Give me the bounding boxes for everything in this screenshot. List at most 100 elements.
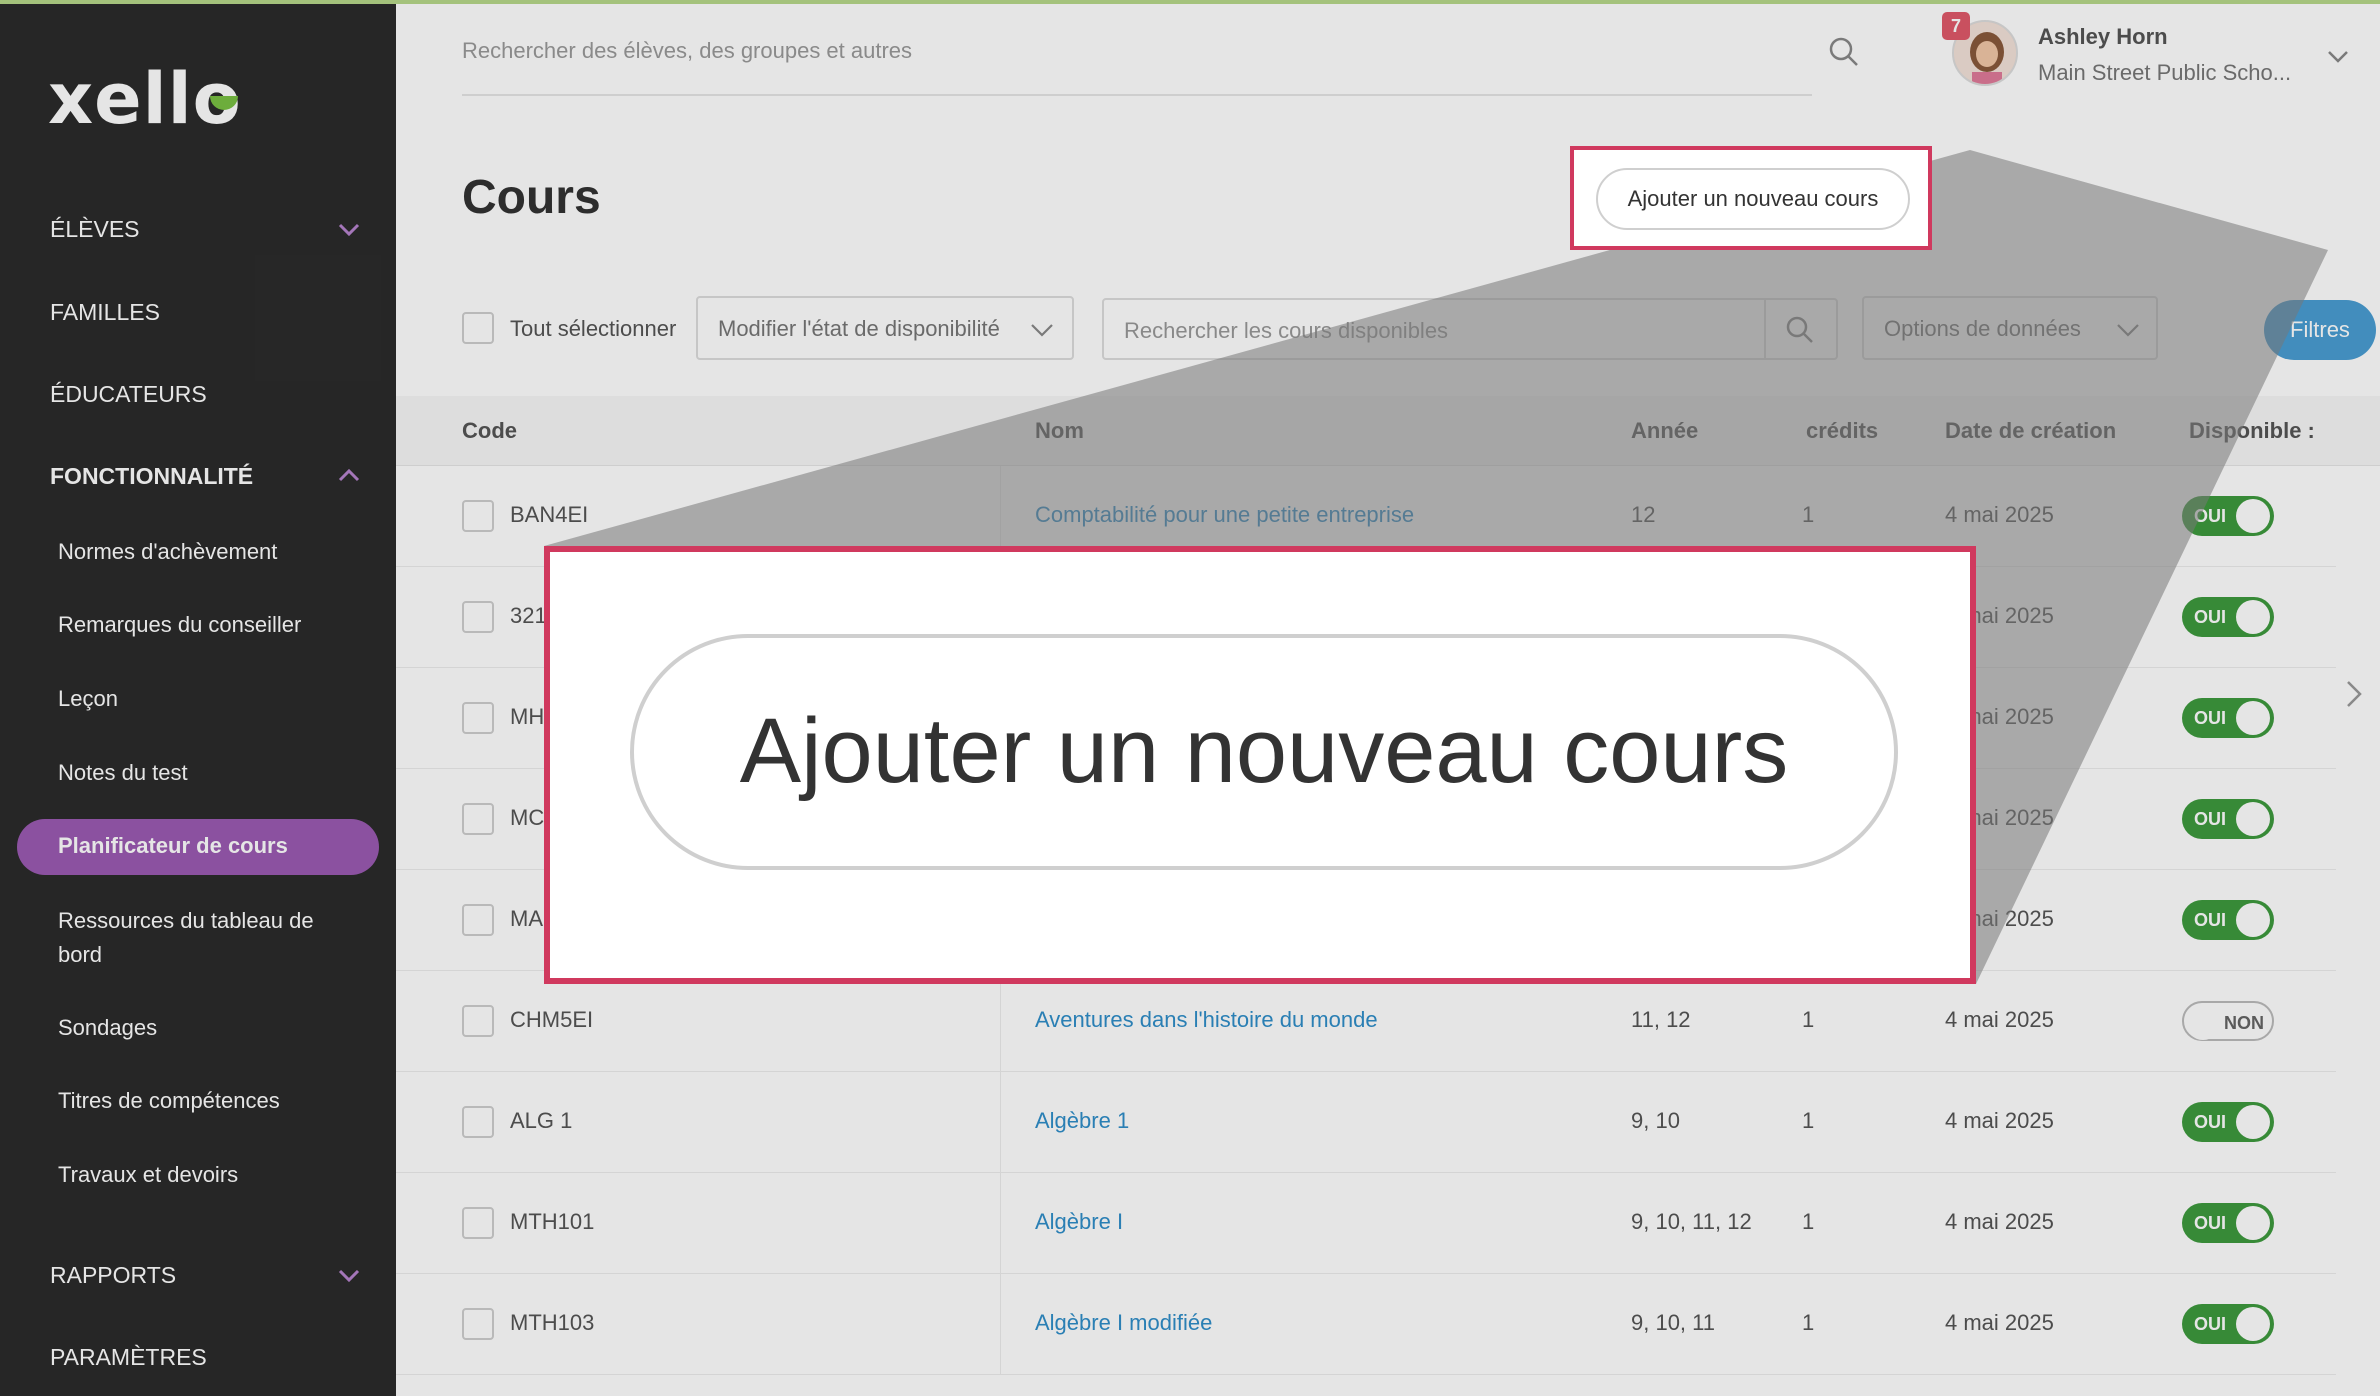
sidebar-sub-normes[interactable]: Normes d'achèvement (58, 535, 277, 569)
chevron-down-icon[interactable] (2324, 42, 2352, 70)
table-row[interactable]: CHM5EI Aventures dans l'histoire du monde… (396, 971, 2336, 1072)
header-code[interactable]: Code (462, 418, 517, 444)
row-name-link[interactable]: Algèbre 1 (1035, 1108, 1129, 1134)
row-checkbox[interactable] (462, 904, 494, 936)
availability-toggle[interactable]: OUI (2182, 496, 2274, 536)
row-code: MH (510, 704, 545, 729)
search-icon[interactable] (1826, 34, 1862, 70)
row-date: 4 mai 2025 (1945, 1310, 2054, 1335)
row-code: 321 (510, 603, 547, 628)
sidebar-sub-remarques[interactable]: Remarques du conseiller (58, 608, 301, 642)
availability-toggle[interactable]: OUI (2182, 900, 2274, 940)
xello-logo[interactable]: xello (48, 58, 242, 140)
sidebar-sub-planificateur-active[interactable]: Planificateur de cours (17, 819, 379, 875)
row-credits: 1 (1802, 1007, 1815, 1032)
row-checkbox[interactable] (462, 803, 494, 835)
global-search-bar[interactable]: Rechercher des élèves, des groupes et au… (462, 34, 1858, 96)
row-checkbox[interactable] (462, 1207, 494, 1239)
page-title: Cours (462, 171, 601, 224)
row-checkbox[interactable] (462, 1005, 494, 1037)
chevron-right-icon[interactable] (2336, 676, 2372, 712)
toggle-label: OUI (2194, 1314, 2227, 1334)
row-year: 9, 10, 11, 12 (1631, 1209, 1752, 1234)
row-checkbox[interactable] (462, 500, 494, 532)
notification-badge[interactable]: 7 (1942, 12, 1970, 40)
row-date: 4 mai 2025 (1945, 502, 2054, 527)
add-course-button[interactable]: Ajouter un nouveau cours (1596, 168, 1910, 230)
toggle-label: OUI (2194, 910, 2227, 930)
availability-toggle[interactable]: OUI (2182, 1304, 2274, 1344)
data-options-dropdown[interactable]: Options de données (1862, 296, 2158, 360)
row-credits: 1 (1802, 1310, 1815, 1335)
sidebar-item-rapports[interactable]: RAPPORTS (50, 1262, 176, 1289)
select-all-checkbox[interactable] (462, 312, 494, 344)
user-school: Main Street Public Scho... (2038, 60, 2292, 85)
availability-toggle[interactable]: OUI (2182, 597, 2274, 637)
select-all-label: Tout sélectionner (510, 316, 677, 341)
toggle-knob (2236, 1206, 2270, 1240)
sidebar-sub-ressources[interactable]: Ressources du tableau de bord (58, 904, 358, 972)
modify-availability-dropdown[interactable]: Modifier l'état de disponibilité (696, 296, 1074, 360)
header-year[interactable]: Année (1631, 418, 1698, 444)
search-icon[interactable] (1784, 314, 1816, 346)
top-accent-bar (0, 0, 2380, 4)
chevron-down-icon[interactable] (336, 216, 362, 242)
row-code: MC (510, 805, 545, 830)
sidebar-item-parametres[interactable]: PARAMÈTRES (50, 1344, 207, 1371)
availability-toggle[interactable]: OUI (2182, 1102, 2274, 1142)
header-credits[interactable]: crédits (1806, 418, 1878, 444)
header-created[interactable]: Date de création (1945, 418, 2116, 444)
column-divider (1000, 1072, 1001, 1172)
sidebar-sub-lecon[interactable]: Leçon (58, 682, 118, 716)
add-course-button-zoomed[interactable]: Ajouter un nouveau cours (630, 634, 1898, 870)
sidebar-sub-titres[interactable]: Titres de compétences (58, 1084, 280, 1118)
add-course-highlight: Ajouter un nouveau cours (1570, 146, 1932, 250)
sidebar-item-fonctionnalite[interactable]: FONCTIONNALITÉ (50, 463, 253, 490)
row-checkbox[interactable] (462, 1106, 494, 1138)
toggle-knob (2186, 1006, 2220, 1040)
chevron-down-icon[interactable] (336, 1262, 362, 1288)
availability-toggle[interactable]: NON (2182, 1001, 2274, 1041)
toggle-label: OUI (2194, 1213, 2227, 1233)
sidebar-item-educateurs[interactable]: ÉDUCATEURS (50, 381, 207, 408)
filters-button[interactable]: Filtres (2264, 300, 2376, 360)
table-row[interactable]: ALG 1 Algèbre 1 9, 10 1 4 mai 2025 OUI (396, 1072, 2336, 1173)
row-date: 4 mai 2025 (1945, 1007, 2054, 1032)
toggle-label: OUI (2194, 809, 2227, 829)
toggle-label: NON (2224, 1013, 2264, 1033)
zoom-callout: Ajouter un nouveau cours (544, 546, 1976, 984)
chevron-up-icon[interactable] (336, 463, 362, 489)
table-row[interactable]: MTH103 Algèbre I modifiée 9, 10, 11 1 4 mai … (396, 1274, 2336, 1375)
availability-toggle[interactable]: OUI (2182, 698, 2274, 738)
row-checkbox[interactable] (462, 702, 494, 734)
sidebar-item-eleves[interactable]: ÉLÈVES (50, 216, 140, 243)
toggle-label: OUI (2194, 506, 2227, 526)
row-name-link[interactable]: Comptabilité pour une petite entreprise (1035, 502, 1414, 528)
row-name-link[interactable]: Aventures dans l'histoire du monde (1035, 1007, 1378, 1033)
availability-toggle[interactable]: OUI (2182, 799, 2274, 839)
table-row[interactable]: MTH101 Algèbre I 9, 10, 11, 12 1 4 mai 2025 O… (396, 1173, 2336, 1274)
header-available[interactable]: Disponible : (2189, 418, 2315, 444)
user-menu[interactable]: 7 Ashley Horn Main Street Public Scho... (1942, 12, 2362, 92)
course-search-input[interactable]: Rechercher les cours disponibles (1102, 298, 1838, 360)
row-credits: 1 (1802, 1209, 1815, 1234)
row-name-link[interactable]: Algèbre I (1035, 1209, 1123, 1235)
user-name: Ashley Horn (2038, 24, 2168, 49)
sidebar-item-familles[interactable]: FAMILLES (50, 299, 160, 326)
row-name-link[interactable]: Algèbre I modifiée (1035, 1310, 1212, 1336)
sidebar-sub-travaux[interactable]: Travaux et devoirs (58, 1158, 238, 1192)
logo-o: o (193, 58, 242, 140)
sidebar-sub-notes-test[interactable]: Notes du test (58, 756, 188, 790)
row-checkbox[interactable] (462, 1308, 494, 1340)
sidebar-sub-sondages[interactable]: Sondages (58, 1011, 157, 1045)
availability-toggle[interactable]: OUI (2182, 1203, 2274, 1243)
row-checkbox[interactable] (462, 601, 494, 633)
column-divider (1000, 1173, 1001, 1273)
sidebar-sub-planificateur-label: Planificateur de cours (58, 833, 288, 858)
global-search-placeholder: Rechercher des élèves, des groupes et au… (462, 38, 913, 63)
row-date: 4 mai 2025 (1945, 1108, 2054, 1133)
header-name[interactable]: Nom (1035, 418, 1084, 444)
row-credits: 1 (1802, 1108, 1815, 1133)
toggle-label: OUI (2194, 708, 2227, 728)
row-code: MTH101 (510, 1209, 595, 1234)
